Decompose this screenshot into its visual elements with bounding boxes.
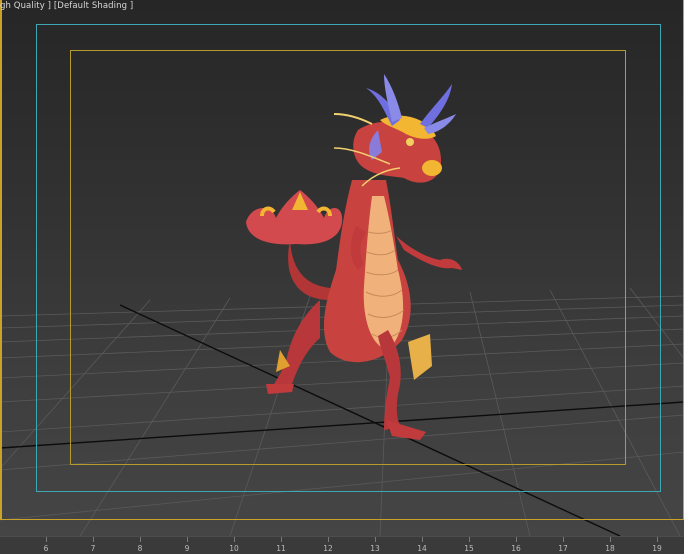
timeline-tick-mark xyxy=(93,537,94,542)
timeline-tick-label: 18 xyxy=(605,544,615,553)
timeline-tick-label: 7 xyxy=(90,544,96,553)
timeline-tick-label: 16 xyxy=(511,544,521,553)
timeline-tick-mark xyxy=(563,537,564,542)
perspective-viewport[interactable]: gh Quality ] [Default Shading ] xyxy=(0,0,684,536)
timeline-tick-mark xyxy=(234,537,235,542)
timeline-tick-mark xyxy=(422,537,423,542)
timeline-tick-mark xyxy=(516,537,517,542)
timeline-tick-mark xyxy=(46,537,47,542)
timeline-tick-label: 17 xyxy=(558,544,568,553)
timeline-tick-mark xyxy=(140,537,141,542)
timeline-tick-label: 13 xyxy=(370,544,380,553)
dragon-model xyxy=(246,74,462,440)
timeline-tick-label: 14 xyxy=(417,544,427,553)
timeline-tick-label: 9 xyxy=(184,544,190,553)
timeline-tick-mark xyxy=(328,537,329,542)
timeline-tick-mark xyxy=(281,537,282,542)
timeline-tick-mark xyxy=(657,537,658,542)
viewport-label-menu[interactable]: gh Quality ] [Default Shading ] xyxy=(0,1,133,11)
timeline-tick-label: 11 xyxy=(276,544,286,553)
timeline-tick-label: 12 xyxy=(323,544,333,553)
time-slider-track[interactable]: 6 7 8 9 10 11 12 13 14 15 16 17 18 19 xyxy=(0,536,684,554)
timeline-tick-mark xyxy=(469,537,470,542)
timeline-tick-label: 6 xyxy=(43,544,49,553)
timeline-tick-mark xyxy=(610,537,611,542)
timeline-tick-mark xyxy=(187,537,188,542)
timeline-tick-label: 10 xyxy=(229,544,239,553)
viewport-scene xyxy=(0,74,684,536)
timeline-tick-label: 15 xyxy=(464,544,474,553)
timeline-tick-label: 8 xyxy=(137,544,143,553)
timeline-tick-mark xyxy=(375,537,376,542)
timeline-tick-label: 19 xyxy=(652,544,662,553)
